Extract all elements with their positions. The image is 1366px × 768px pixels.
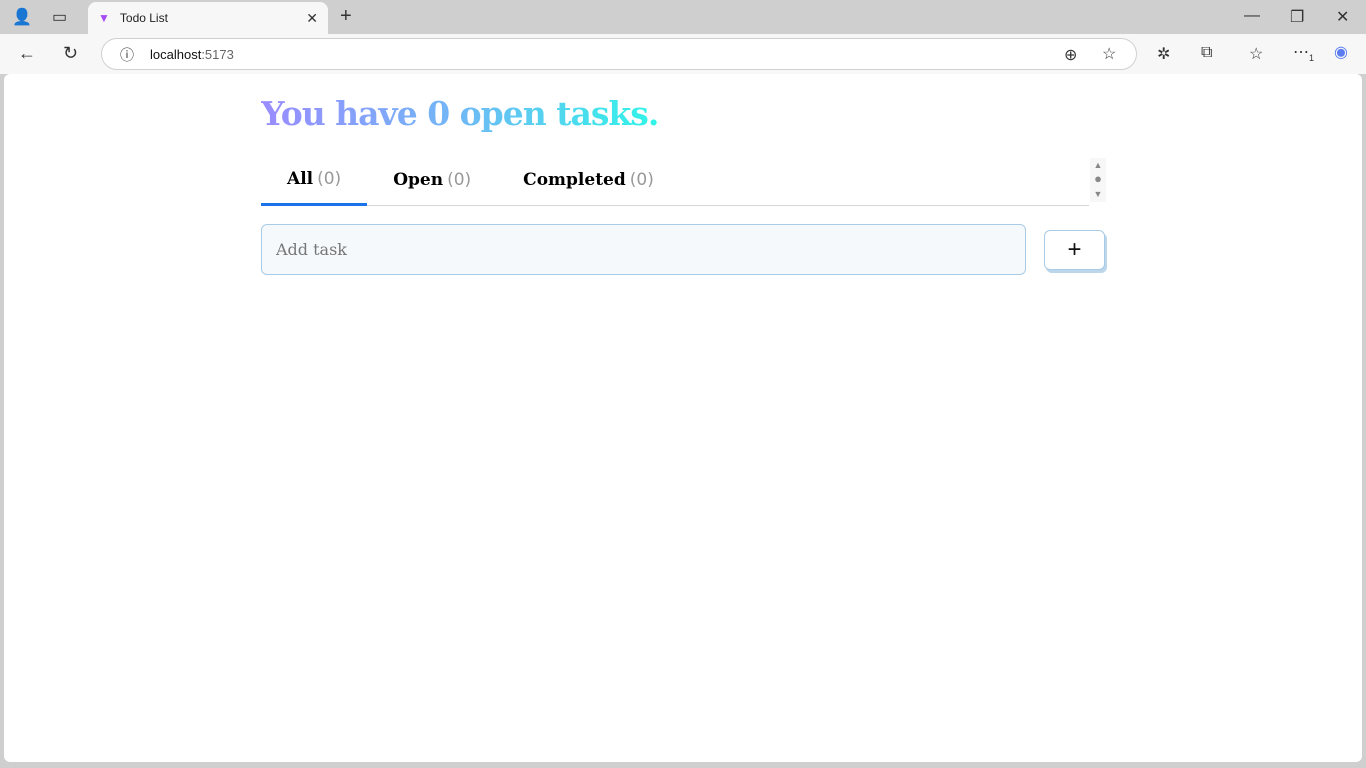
new-tab-icon[interactable]: + xyxy=(340,5,352,28)
url-port: :5173 xyxy=(201,46,234,62)
reload-icon[interactable]: ↻ xyxy=(63,43,78,64)
url-host: localhost xyxy=(150,46,202,62)
browser-toolbar: ← ↻ ⓘ localhost:5173 ⊕ ☆ ✲ ⧉ ☆ ⋯1 ◉ xyxy=(0,34,1366,74)
tabs-scrollbar[interactable]: ▲ ● ▼ xyxy=(1090,158,1106,202)
minimize-icon[interactable]: — xyxy=(1244,7,1260,25)
add-task-input[interactable] xyxy=(261,224,1026,275)
tab-open[interactable]: Open (0) xyxy=(367,154,497,206)
zoom-icon[interactable]: ⊕ xyxy=(1064,45,1077,65)
notification-badge: 1 xyxy=(1309,53,1315,64)
address-bar[interactable]: ⓘ localhost:5173 ⊕ ☆ xyxy=(101,38,1137,70)
tab-count: (0) xyxy=(629,170,654,190)
page-content: You have 0 open tasks. All (0) Open (0) Co… xyxy=(4,74,1362,762)
tab-title: Todo List xyxy=(119,11,168,25)
favorite-star-icon[interactable]: ☆ xyxy=(1102,44,1116,64)
restore-icon[interactable]: ❐ xyxy=(1290,7,1304,27)
add-task-button[interactable]: + xyxy=(1044,230,1105,270)
back-icon[interactable]: ← xyxy=(18,43,36,64)
tab-count: (0) xyxy=(317,168,342,189)
tab-completed[interactable]: Completed (0) xyxy=(497,154,680,206)
tab-all[interactable]: All (0) xyxy=(261,154,368,206)
tab-actions-icon[interactable]: ▭ xyxy=(52,7,67,27)
extension-icon[interactable]: ✲ xyxy=(1157,44,1170,64)
extensions-puzzle-icon[interactable]: ⧉ xyxy=(1201,44,1212,62)
browser-tab[interactable]: ▼ Todo List ✕ xyxy=(88,2,328,34)
profile-icon[interactable]: 👤 xyxy=(12,7,32,27)
favorites-icon[interactable]: ☆ xyxy=(1249,44,1263,64)
close-window-icon[interactable]: ✕ xyxy=(1336,7,1349,27)
tab-label: Open xyxy=(393,170,444,190)
vite-logo-icon: ▼ xyxy=(98,11,110,25)
more-menu-icon[interactable]: ⋯1 xyxy=(1293,42,1314,63)
close-tab-icon[interactable]: ✕ xyxy=(306,10,318,27)
browser-tab-bar: 👤 ▭ ▼ Todo List ✕ + — ❐ ✕ xyxy=(0,0,1366,34)
site-info-icon[interactable]: ⓘ xyxy=(120,45,134,65)
tab-label: Completed xyxy=(523,170,626,190)
tab-label: All xyxy=(287,168,314,189)
page-title: You have 0 open tasks. xyxy=(261,94,659,133)
copilot-icon[interactable]: ◉ xyxy=(1334,42,1348,62)
filter-tabs: All (0) Open (0) Completed (0) xyxy=(261,154,1089,206)
tab-count: (0) xyxy=(447,170,472,190)
